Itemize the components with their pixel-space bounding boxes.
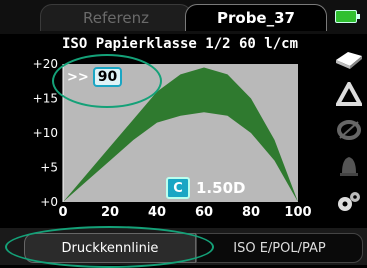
x-tick-label: 0 — [58, 205, 67, 220]
gear-icon[interactable] — [332, 188, 366, 216]
battery-icon — [335, 10, 360, 23]
ring-icon[interactable] — [332, 116, 366, 144]
speed-value[interactable]: 90 — [92, 67, 123, 87]
bell-icon[interactable] — [332, 152, 366, 180]
highlight-ellipse-bottom-tab — [5, 226, 214, 268]
tab-probe-label: Probe_37 — [217, 9, 295, 27]
tab-iso-standard[interactable]: ISO E/POL/PAP — [196, 233, 363, 263]
x-tick-label: 60 — [195, 205, 213, 220]
y-tick-label: +0 — [40, 195, 58, 209]
y-tick-label: +10 — [33, 126, 58, 140]
c-value-text: 1.50D — [196, 179, 246, 197]
screen: Referenz Probe_37 ISO Papierklasse 1/2 6… — [0, 0, 367, 268]
y-tick-label: +15 — [33, 92, 58, 106]
y-tick-label: +20 — [33, 57, 58, 71]
triangle-icon[interactable] — [332, 80, 366, 108]
top-tab-bar: Referenz Probe_37 — [0, 0, 367, 34]
tab-probe[interactable]: Probe_37 — [185, 4, 327, 31]
tab-reference-label: Referenz — [83, 9, 149, 27]
c-value-indicator: C 1.50D — [166, 177, 245, 199]
speed-indicator: >> 90 — [67, 67, 123, 87]
x-tick-label: 20 — [101, 205, 119, 220]
tab-iso-standard-label: ISO E/POL/PAP — [233, 240, 326, 256]
tab-reference[interactable]: Referenz — [40, 4, 192, 31]
c-icon[interactable]: C — [166, 177, 190, 199]
measurement-subtitle: ISO Papierklasse 1/2 60 l/cm — [62, 36, 299, 52]
x-tick-label: 80 — [242, 205, 260, 220]
side-toolbar — [332, 40, 367, 220]
print-curve-chart: +0 +5 +10 +15 +20 0 20 40 60 80 100 — [33, 57, 312, 220]
speed-prefix: >> — [67, 69, 89, 85]
x-tick-label: 100 — [284, 205, 311, 220]
y-tick-label: +5 — [40, 161, 58, 175]
x-tick-label: 40 — [148, 205, 166, 220]
paper-icon[interactable] — [332, 44, 366, 72]
